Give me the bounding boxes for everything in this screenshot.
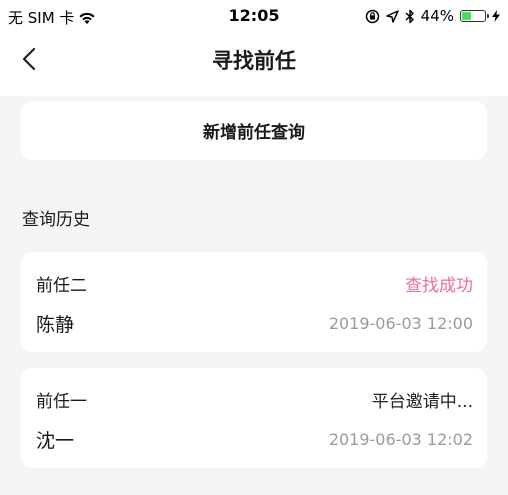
record-status: 平台邀请中... (371, 392, 473, 412)
nav-bar: 寻找前任 (0, 34, 508, 96)
record-time: 2019-06-03 12:02 (328, 430, 473, 449)
battery-percent: 44% (420, 7, 454, 25)
status-right: 44% (365, 7, 500, 25)
bluetooth-icon (405, 9, 414, 23)
record-header: 前任一 平台邀请中... (36, 387, 473, 412)
battery-icon (460, 10, 489, 22)
charging-bolt-icon (492, 10, 500, 22)
record-status: 查找成功 (405, 276, 473, 296)
history-record[interactable]: 前任一 平台邀请中... 沈一 2019-06-03 12:02 (21, 368, 487, 468)
battery-fill (462, 12, 471, 20)
location-icon (385, 9, 399, 23)
add-query-label: 新增前任查询 (203, 123, 305, 143)
record-time: 2019-06-03 12:00 (328, 314, 473, 333)
record-label: 前任二 (36, 276, 87, 296)
record-header: 前任二 查找成功 (36, 271, 473, 296)
status-bar: 无 SIM 卡 12:05 44% (0, 0, 508, 34)
record-details: 陈静 2019-06-03 12:00 (36, 310, 473, 337)
history-title: 查询历史 (22, 210, 90, 230)
record-label: 前任一 (36, 392, 87, 412)
history-record[interactable]: 前任二 查找成功 陈静 2019-06-03 12:00 (21, 252, 487, 352)
header: 无 SIM 卡 12:05 44% 寻找前任 (0, 0, 508, 96)
orientation-lock-icon (365, 9, 379, 23)
page-title: 寻找前任 (212, 49, 296, 73)
record-name: 陈静 (36, 314, 75, 336)
add-query-button[interactable]: 新增前任查询 (21, 101, 487, 160)
record-name: 沈一 (36, 430, 75, 452)
record-details: 沈一 2019-06-03 12:02 (36, 426, 473, 453)
